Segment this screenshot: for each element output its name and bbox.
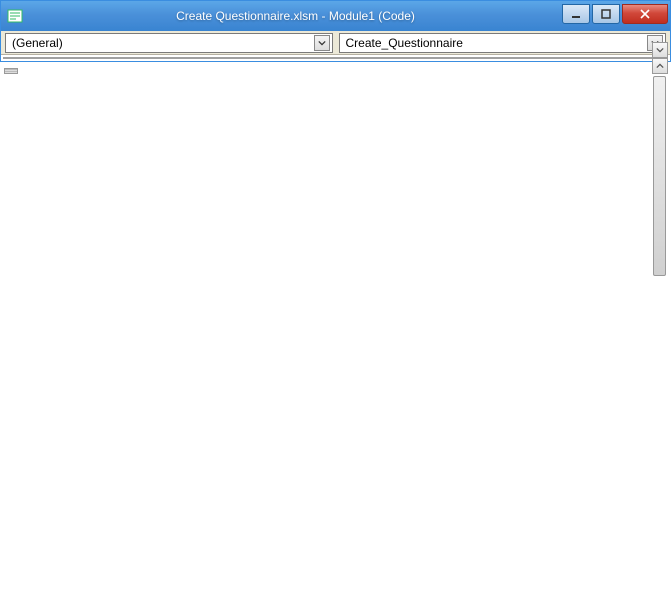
editor-area: Option Explicit Sub Create_Questionnaire… (3, 57, 668, 59)
scope-value: (General) (12, 36, 314, 50)
scroll-up-button[interactable] (652, 58, 668, 74)
maximize-button[interactable] (592, 4, 620, 24)
app-icon (7, 8, 23, 24)
procedure-dropdown[interactable]: Create_Questionnaire (339, 33, 667, 53)
scroll-thumb[interactable] (653, 76, 666, 276)
close-button[interactable] (622, 4, 668, 24)
window-title: Create Questionnaire.xlsm - Module1 (Cod… (29, 9, 562, 23)
window-controls (562, 4, 670, 24)
procedure-value: Create_Questionnaire (346, 36, 648, 50)
split-handle[interactable] (4, 68, 18, 74)
scroll-down-button[interactable] (652, 42, 668, 58)
title-bar[interactable]: Create Questionnaire.xlsm - Module1 (Cod… (1, 1, 670, 31)
chevron-down-icon (314, 35, 330, 51)
scope-dropdown[interactable]: (General) (5, 33, 333, 53)
vba-editor-window: Create Questionnaire.xlsm - Module1 (Cod… (0, 0, 671, 62)
minimize-button[interactable] (562, 4, 590, 24)
toolbar: (General) Create_Questionnaire (1, 31, 670, 55)
